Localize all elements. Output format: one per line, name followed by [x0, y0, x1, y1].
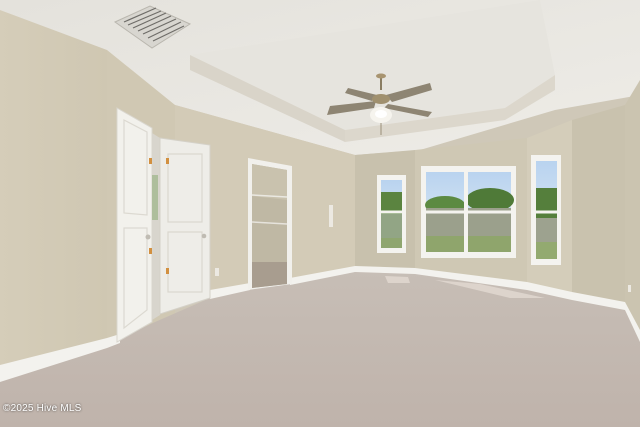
bedroom-door[interactable]	[116, 107, 153, 343]
walk-in-closet[interactable]	[248, 158, 292, 290]
listing-photo: ©2025 Hive MLS	[0, 0, 640, 427]
closet-door-panel[interactable]	[159, 137, 211, 315]
watermark-text: ©2025 Hive MLS	[3, 403, 82, 414]
bedroom-scene	[0, 0, 640, 427]
window-left[interactable]	[377, 175, 406, 253]
outlet	[628, 285, 631, 292]
hallway-view	[152, 133, 160, 320]
outlet	[215, 268, 219, 276]
light-switch[interactable]	[329, 205, 333, 227]
window-right[interactable]	[531, 155, 561, 265]
window-center[interactable]	[421, 166, 516, 258]
left-wall	[0, 10, 107, 365]
door-knob[interactable]	[145, 234, 151, 240]
right-wall	[572, 105, 625, 305]
